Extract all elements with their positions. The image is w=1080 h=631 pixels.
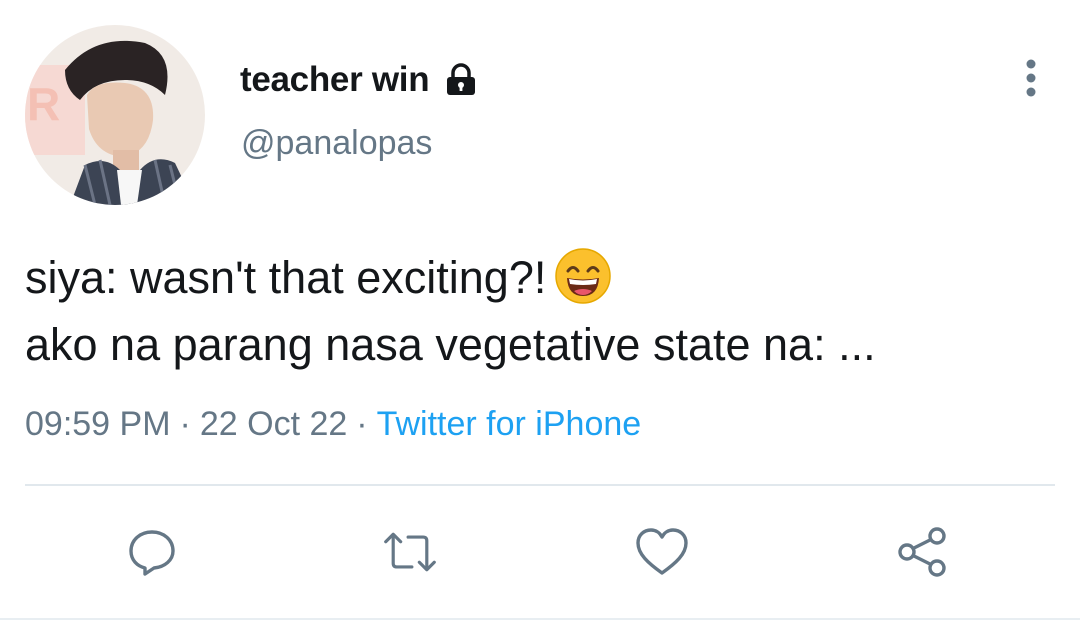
like-button[interactable] — [634, 524, 690, 580]
meta-separator: · — [356, 405, 368, 443]
display-name-row: teacher win — [240, 55, 479, 105]
share-button[interactable] — [894, 524, 950, 580]
display-name[interactable]: teacher win — [240, 60, 430, 100]
avatar[interactable]: R — [25, 25, 205, 205]
tweet-source-link[interactable]: Twitter for iPhone — [377, 405, 642, 443]
retweet-button[interactable] — [382, 524, 438, 580]
lock-icon — [443, 62, 479, 98]
bottom-divider — [0, 618, 1080, 620]
tweet-time[interactable]: 09:59 PM — [25, 405, 171, 443]
reply-button[interactable] — [124, 524, 180, 580]
share-icon — [898, 527, 946, 577]
more-vertical-icon — [1026, 59, 1036, 97]
tweet-meta: 09:59 PM · 22 Oct 22 · Twitter for iPhone — [25, 405, 641, 444]
divider — [25, 484, 1055, 486]
tweet-date[interactable]: 22 Oct 22 — [200, 405, 347, 443]
heart-icon — [636, 528, 688, 575]
retweet-icon — [384, 532, 436, 572]
tweet-card: R teacher win @panalopas siya: wasn't th… — [0, 0, 1080, 631]
tweet-text-line-2: ako na parang nasa vegetative state na: … — [25, 319, 876, 370]
grinning-face-emoji-icon — [554, 247, 612, 305]
reply-icon — [129, 530, 175, 576]
svg-text:R: R — [27, 78, 60, 130]
tweet-text-line-1: siya: wasn't that exciting?! — [25, 252, 547, 303]
tweet-text-line: siya: wasn't that exciting?! — [25, 244, 1065, 311]
avatar-photo-icon: R — [25, 25, 205, 205]
user-handle[interactable]: @panalopas — [241, 124, 432, 163]
tweet-text: siya: wasn't that exciting?! ako na para… — [25, 244, 1065, 378]
meta-separator: · — [179, 405, 191, 443]
more-options-button[interactable] — [1010, 57, 1052, 99]
